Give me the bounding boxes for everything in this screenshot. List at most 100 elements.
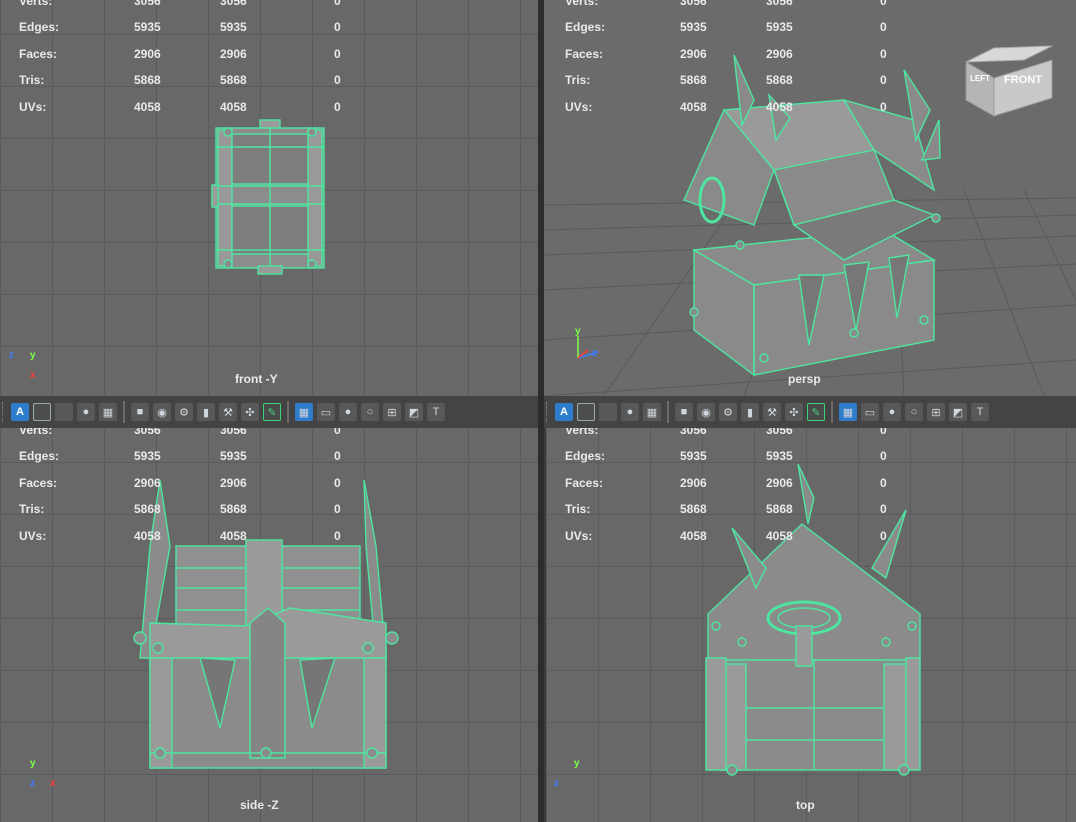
safe-action-icon[interactable]: ◩	[405, 403, 423, 421]
hud-value: 0	[334, 528, 341, 543]
view-cube-left-face[interactable]: LEFT	[970, 74, 990, 83]
camera-icon[interactable]: ■	[675, 403, 693, 421]
camera-settings-icon[interactable]: ⚙	[719, 403, 737, 421]
hud-value: 5868	[766, 502, 793, 517]
hud-row-faces: Faces: 2906 2906 0	[546, 475, 906, 501]
hud-value: 0	[880, 428, 887, 437]
hud-value: 2906	[134, 46, 161, 61]
camera-settings-icon[interactable]: ⚙	[175, 403, 193, 421]
toolbar-grip[interactable]	[2, 402, 6, 422]
field-chart-icon[interactable]: ⊞	[927, 403, 945, 421]
bookmark-icon[interactable]: ▮	[741, 403, 759, 421]
image-icon[interactable]: ▦	[99, 403, 117, 421]
hud-value: 5868	[220, 502, 247, 517]
axis-label-y: y	[575, 326, 581, 337]
image-icon[interactable]: ▦	[643, 403, 661, 421]
view-cube[interactable]: LEFT FRONT	[964, 44, 1054, 120]
gate-mask-icon[interactable]: ○	[361, 403, 379, 421]
hud-row-tris: Tris: 5868 5868 0	[546, 501, 906, 527]
hud-value: 2906	[680, 475, 707, 490]
hud-value: 5868	[220, 73, 247, 88]
hud-label: UVs:	[19, 528, 47, 543]
viewport-side[interactable]: Verts: 3056 3056 0 Edges: 5935 5935 0 Faces: 29…	[0, 428, 538, 822]
hud-value: 5935	[134, 20, 161, 35]
viewport-front[interactable]: Verts: 3056 3056 0 Edges: 5935 5935 0 Faces: 29…	[0, 0, 538, 396]
toolbar-separator	[287, 401, 289, 423]
grease-pencil-icon[interactable]: ✎	[807, 403, 825, 421]
zoom-icon[interactable]: ✣	[785, 403, 803, 421]
grid-icon[interactable]: ▦	[295, 403, 313, 421]
camera-attr-icon[interactable]: ◉	[153, 403, 171, 421]
hud-row-tris: Tris: 5868 5868 0	[546, 72, 906, 98]
poly-count-hud: Verts: 3056 3056 0 Edges: 5935 5935 0 Faces: 29…	[0, 0, 360, 125]
viewport-persp[interactable]: Verts: 3056 3056 0 Edges: 5935 5935 0 Faces: 29…	[544, 0, 1076, 396]
select-camera-icon[interactable]	[33, 403, 51, 421]
hud-value: 0	[880, 475, 887, 490]
hud-row-faces: Faces: 2906 2906 0	[0, 475, 360, 501]
lock-camera-icon[interactable]	[55, 403, 73, 421]
hud-label: Verts:	[19, 428, 53, 437]
viewport-top[interactable]: Verts: 3056 3056 0 Edges: 5935 5935 0 Faces: 29…	[546, 428, 1076, 822]
shading-icon[interactable]: ●	[77, 403, 95, 421]
safe-action-icon[interactable]: ◩	[949, 403, 967, 421]
film-gate-icon[interactable]: ▭	[317, 403, 335, 421]
lock-camera-icon[interactable]	[599, 403, 617, 421]
hud-value: 0	[880, 449, 887, 464]
hud-row-uvs: UVs: 4058 4058 0	[0, 99, 360, 125]
hud-value: 4058	[766, 528, 793, 543]
hud-value: 3056	[220, 428, 247, 437]
view-cube-front-face[interactable]: FRONT	[1004, 74, 1042, 86]
select-camera-icon[interactable]	[577, 403, 595, 421]
zoom-icon[interactable]: ✣	[241, 403, 259, 421]
film-gate-icon[interactable]: ▭	[861, 403, 879, 421]
hud-label: Faces:	[565, 46, 604, 61]
hud-row-verts: Verts: 3056 3056 0	[0, 428, 360, 448]
camera-icon[interactable]: ■	[131, 403, 149, 421]
bookmark-icon[interactable]: ▮	[197, 403, 215, 421]
maya-four-view-layout: Verts: 3056 3056 0 Edges: 5935 5935 0 Faces: 29…	[0, 0, 1076, 822]
hud-value: 5868	[766, 73, 793, 88]
hud-label: Edges:	[19, 20, 60, 35]
hud-value: 4058	[680, 528, 707, 543]
a-icon[interactable]: A	[11, 403, 29, 421]
hud-value: 4058	[220, 99, 247, 114]
poly-count-hud: Verts: 3056 3056 0 Edges: 5935 5935 0 Faces: 29…	[546, 428, 906, 554]
hud-label: Edges:	[565, 20, 606, 35]
gate-mask-icon[interactable]: ○	[905, 403, 923, 421]
viewport-label-top: top	[796, 798, 815, 812]
hud-label: UVs:	[565, 528, 593, 543]
hud-row-uvs: UVs: 4058 4058 0	[0, 528, 360, 554]
poly-count-hud: Verts: 3056 3056 0 Edges: 5935 5935 0 Faces: 29…	[546, 0, 906, 125]
camera-attr-icon[interactable]: ◉	[697, 403, 715, 421]
hud-row-tris: Tris: 5868 5868 0	[0, 501, 360, 527]
hud-value: 0	[334, 73, 341, 88]
grease-pencil-icon[interactable]: ✎	[263, 403, 281, 421]
axis-label-z: z	[592, 348, 597, 359]
hud-value: 3056	[134, 428, 161, 437]
a-icon[interactable]: A	[555, 403, 573, 421]
hud-value: 5868	[680, 502, 707, 517]
text-icon[interactable]: T	[427, 403, 445, 421]
hud-value: 0	[334, 99, 341, 114]
hud-value: 0	[334, 449, 341, 464]
hud-value: 2906	[220, 46, 247, 61]
hud-label: Edges:	[19, 449, 60, 464]
hud-label: Tris:	[565, 73, 591, 88]
hud-value: 0	[880, 528, 887, 543]
resolution-gate-icon[interactable]: ●	[883, 403, 901, 421]
resolution-gate-icon[interactable]: ●	[339, 403, 357, 421]
grid-icon[interactable]: ▦	[839, 403, 857, 421]
toolbar-grip[interactable]	[546, 402, 550, 422]
hud-value: 0	[334, 502, 341, 517]
hud-label: Faces:	[19, 475, 58, 490]
field-chart-icon[interactable]: ⊞	[383, 403, 401, 421]
hud-value: 2906	[766, 46, 793, 61]
hud-row-edges: Edges: 5935 5935 0	[0, 19, 360, 45]
hud-row-edges: Edges: 5935 5935 0	[546, 448, 906, 474]
shading-icon[interactable]: ●	[621, 403, 639, 421]
two-d-pan-icon[interactable]: ⚒	[763, 403, 781, 421]
text-icon[interactable]: T	[971, 403, 989, 421]
hud-value: 5935	[220, 449, 247, 464]
two-d-pan-icon[interactable]: ⚒	[219, 403, 237, 421]
hud-label: Verts:	[19, 0, 53, 8]
